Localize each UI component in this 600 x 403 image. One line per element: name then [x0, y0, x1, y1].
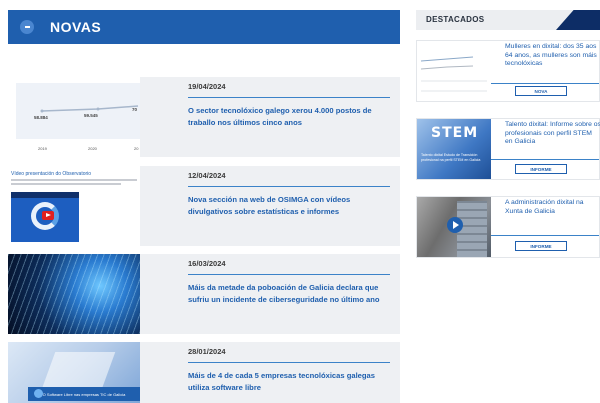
news-thumbnail-software[interactable]: O Software Libre nas empresas TIC de Gal… — [8, 342, 140, 403]
news-card[interactable]: 16/03/2024 Máis da metade da poboación d… — [140, 254, 400, 334]
featured-title-link[interactable]: A administración dixital na Xunta de Gal… — [505, 199, 600, 216]
news-thumbnail-cyber[interactable] — [8, 254, 140, 334]
news-date: 28/01/2024 — [188, 347, 390, 363]
news-card[interactable]: 28/01/2024 Máis de 4 de cada 5 empresas … — [140, 342, 400, 403]
novas-header: NOVAS — [8, 10, 400, 44]
divider — [491, 159, 599, 160]
software-icon — [34, 389, 43, 398]
featured-thumbnail-building[interactable] — [417, 197, 491, 257]
video-topbar — [11, 192, 79, 198]
chart-year-label: 20 — [134, 146, 139, 151]
destacados-title: DESTACADOS — [426, 15, 485, 24]
featured-title-link[interactable]: Mulleres en dixital: dos 35 aos 64 anos,… — [505, 43, 600, 69]
chart-year-label: 2020 — [88, 146, 97, 151]
featured-item[interactable]: A administración dixital na Xunta de Gal… — [416, 196, 600, 258]
stem-logo-text: STEM — [431, 125, 479, 141]
news-thumbnail-video[interactable]: Vídeo presentación do Observatorio — [8, 166, 140, 246]
thumbnail-caption: Talento dixital Estudo de Transición pro… — [421, 153, 481, 162]
chart-point — [40, 109, 44, 113]
chart-line — [420, 56, 474, 62]
page: NOVAS 58.884 59.545 70 2019 2020 20 19/0… — [0, 0, 600, 403]
news-card[interactable]: 12/04/2024 Nova sección na web de OSIMGA… — [140, 166, 400, 246]
news-title-link[interactable]: Nova sección na web de OSIMGA con vídeos… — [188, 194, 390, 218]
thumbnail-caption: O Software Libre nas empresas TIC de Gal… — [42, 391, 126, 397]
chart-value-label: 70 — [132, 107, 138, 112]
news-date: 16/03/2024 — [188, 259, 390, 275]
featured-thumbnail-stem[interactable]: STEM Talento dixital Estudo de Transició… — [417, 119, 491, 179]
news-date: 19/04/2024 — [188, 82, 390, 98]
text-line — [11, 179, 137, 181]
video-player[interactable] — [11, 192, 79, 242]
featured-item[interactable]: Mulleres en dixital: dos 35 aos 64 anos,… — [416, 40, 600, 102]
video-caption: Vídeo presentación do Observatorio — [11, 171, 92, 177]
destacados-header: DESTACADOS — [416, 10, 600, 30]
novas-title: NOVAS — [50, 19, 102, 35]
chart-value-label: 58.884 — [34, 115, 48, 120]
play-icon[interactable] — [447, 217, 463, 233]
text-line — [11, 183, 121, 185]
thumbnail-caption-bar: O Software Libre nas empresas TIC de Gal… — [28, 387, 140, 401]
chart-point — [96, 107, 100, 111]
featured-title-link[interactable]: Talento dixital: Informe sobre os profes… — [505, 121, 600, 147]
mini-chart-svg — [420, 56, 487, 92]
news-item[interactable]: 16/03/2024 Máis da metade da poboación d… — [8, 254, 400, 334]
header-corner-decoration — [556, 10, 600, 30]
informe-button[interactable]: INFORME — [515, 241, 567, 251]
news-title-link[interactable]: Máis de 4 de cada 5 empresas tecnolóxica… — [188, 370, 390, 394]
featured-item[interactable]: STEM Talento dixital Estudo de Transició… — [416, 118, 600, 180]
news-title-link[interactable]: O sector tecnolóxico galego xerou 4.000 … — [188, 105, 390, 129]
news-title-link[interactable]: Máis da metade da poboación de Galicia d… — [188, 282, 390, 306]
news-icon — [20, 20, 34, 34]
news-date: 12/04/2024 — [188, 171, 390, 187]
divider — [491, 235, 599, 236]
decorative-shape — [40, 352, 116, 392]
informe-button[interactable]: INFORME — [515, 164, 567, 174]
featured-thumbnail-chart[interactable] — [417, 41, 491, 101]
chart-year-label: 2019 — [38, 146, 47, 151]
news-item[interactable]: 58.884 59.545 70 2019 2020 20 19/04/2024… — [8, 77, 400, 157]
fiber-optic-image — [8, 254, 140, 334]
divider — [491, 83, 599, 84]
chart-line-svg — [40, 105, 139, 113]
news-thumbnail-chart[interactable]: 58.884 59.545 70 2019 2020 20 — [8, 77, 140, 157]
news-item[interactable]: Vídeo presentación do Observatorio 12/04… — [8, 166, 400, 246]
chart-line — [420, 65, 474, 70]
play-icon[interactable] — [42, 211, 54, 220]
news-card[interactable]: 19/04/2024 O sector tecnolóxico galego x… — [140, 77, 400, 157]
chart-value-label: 59.545 — [84, 113, 98, 118]
news-item[interactable]: O Software Libre nas empresas TIC de Gal… — [8, 342, 400, 403]
nova-button[interactable]: NOVA — [515, 86, 567, 96]
chart-line — [41, 105, 139, 112]
